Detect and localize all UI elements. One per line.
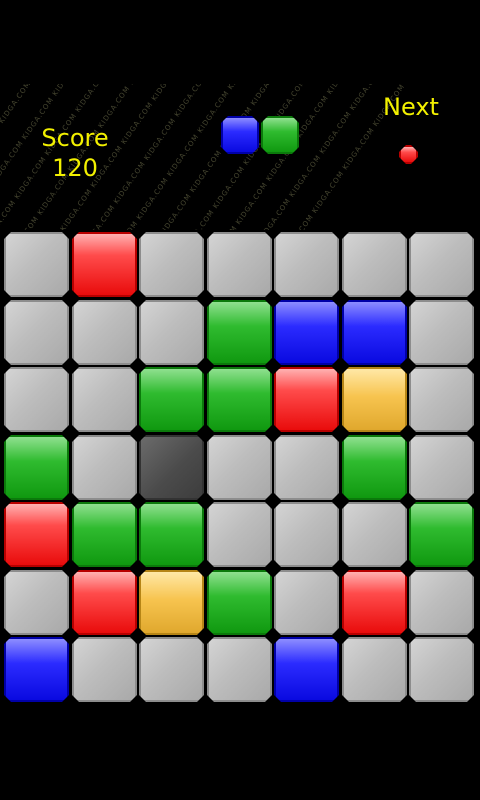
board-cell-r1-c2[interactable] <box>72 232 137 297</box>
board-cell-r1-c7[interactable] <box>409 232 474 297</box>
board-cell-r5-c4[interactable] <box>207 502 272 567</box>
board-cell-r2-c1[interactable] <box>4 300 69 365</box>
board-cell-r1-c3[interactable] <box>139 232 204 297</box>
board-cell-r5-c7[interactable] <box>409 502 474 567</box>
board-cell-r3-c2[interactable] <box>72 367 137 432</box>
board-cell-r4-c6[interactable] <box>342 435 407 500</box>
board-cell-r3-c4[interactable] <box>207 367 272 432</box>
board-cell-r5-c3[interactable] <box>139 502 204 567</box>
board-cell-r7-c7[interactable] <box>409 637 474 702</box>
board-cell-r3-c3[interactable] <box>139 367 204 432</box>
board-cell-r4-c1[interactable] <box>4 435 69 500</box>
board-cell-r7-c3[interactable] <box>139 637 204 702</box>
board-cell-r2-c3[interactable] <box>139 300 204 365</box>
board-cell-r5-c6[interactable] <box>342 502 407 567</box>
board-cell-r2-c7[interactable] <box>409 300 474 365</box>
board-cell-r1-c6[interactable] <box>342 232 407 297</box>
score-value: 120 <box>52 154 98 182</box>
board-cell-r4-c2[interactable] <box>72 435 137 500</box>
board-cell-r5-c5[interactable] <box>274 502 339 567</box>
board-cell-r3-c6[interactable] <box>342 367 407 432</box>
current-piece-block[interactable] <box>261 116 299 154</box>
board-cell-r5-c1[interactable] <box>4 502 69 567</box>
board-cell-r4-c5[interactable] <box>274 435 339 500</box>
board-cell-r3-c1[interactable] <box>4 367 69 432</box>
board-cell-r6-c5[interactable] <box>274 570 339 635</box>
board-cell-r6-c6[interactable] <box>342 570 407 635</box>
board-cell-r7-c5[interactable] <box>274 637 339 702</box>
board-cell-r2-c4[interactable] <box>207 300 272 365</box>
board-cell-r4-c7[interactable] <box>409 435 474 500</box>
next-label: Next <box>383 93 439 121</box>
board-cell-r2-c6[interactable] <box>342 300 407 365</box>
score-label: Score <box>41 124 109 152</box>
board-cell-r2-c5[interactable] <box>274 300 339 365</box>
board-cell-r4-c3[interactable] <box>139 435 204 500</box>
board-cell-r5-c2[interactable] <box>72 502 137 567</box>
board-cell-r1-c4[interactable] <box>207 232 272 297</box>
board-cell-r6-c4[interactable] <box>207 570 272 635</box>
board-cell-r2-c2[interactable] <box>72 300 137 365</box>
board-cell-r7-c6[interactable] <box>342 637 407 702</box>
board-cell-r7-c4[interactable] <box>207 637 272 702</box>
board-cell-r7-c1[interactable] <box>4 637 69 702</box>
board-cell-r6-c1[interactable] <box>4 570 69 635</box>
board-cell-r1-c1[interactable] <box>4 232 69 297</box>
board-cell-r7-c2[interactable] <box>72 637 137 702</box>
board-cell-r3-c7[interactable] <box>409 367 474 432</box>
board-cell-r4-c4[interactable] <box>207 435 272 500</box>
board-cell-r6-c2[interactable] <box>72 570 137 635</box>
current-piece-block[interactable] <box>221 116 259 154</box>
board-cell-r6-c3[interactable] <box>139 570 204 635</box>
board-cell-r1-c5[interactable] <box>274 232 339 297</box>
board-cell-r3-c5[interactable] <box>274 367 339 432</box>
board-cell-r6-c7[interactable] <box>409 570 474 635</box>
game-board[interactable] <box>0 232 480 706</box>
